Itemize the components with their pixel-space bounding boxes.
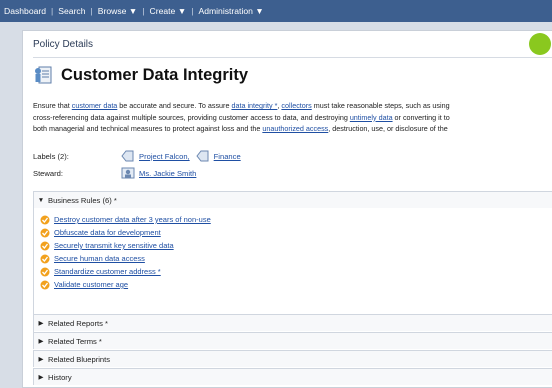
rule-link[interactable]: Destroy customer data after 3 years of n… [54,215,211,224]
status-indicator [529,33,551,55]
desc-text: , destruction, use, or disclosure of the [328,124,448,133]
label-tag-icon [121,150,134,162]
related-blueprints-title: Related Blueprints [48,354,111,364]
nav-dashboard[interactable]: Dashboard [0,6,50,16]
collapsed-arrow-icon: ▶ [38,338,44,345]
related-terms-title: Related Terms * [48,336,102,346]
related-blueprints-header[interactable]: ▶ Related Blueprints [34,351,552,367]
rule-link[interactable]: Standardize customer address * [54,267,161,276]
rule-badge-icon [40,280,50,289]
desc-text: be accurate and secure. To assure [117,101,232,110]
related-reports-header[interactable]: ▶ Related Reports * [34,315,552,331]
title-row: Customer Data Integrity [33,65,248,85]
link-unauthorized-access[interactable]: unauthorized access [262,124,328,133]
link-untimely-data[interactable]: untimely data [350,113,393,122]
related-terms-header[interactable]: ▶ Related Terms * [34,333,552,349]
desc-text: Ensure that [33,101,72,110]
rule-badge-icon [40,254,50,263]
list-item: Secure human data access [40,252,552,265]
nav-administration[interactable]: Administration ▼ [194,6,267,16]
nav-search[interactable]: Search [54,6,89,16]
related-blueprints-panel: ▶ Related Blueprints [33,350,552,367]
history-panel: ▶ History [33,368,552,385]
section-divider [33,57,552,58]
rule-link[interactable]: Validate customer age [54,280,128,289]
description-line-3: both managerial and technical measures t… [33,123,552,135]
list-item: Standardize customer address * [40,265,552,278]
steward-row: Steward: Ms. Jackie Smith [33,167,196,179]
label-finance[interactable]: Finance [214,152,241,161]
link-data-integrity[interactable]: data integrity * [231,101,277,110]
expanded-arrow-icon: ▼ [37,196,45,204]
description-line-1: Ensure that customer data be accurate an… [33,100,552,112]
policy-document-icon [35,66,52,84]
nav-browse[interactable]: Browse ▼ [94,6,142,16]
labels-row: Labels (2): Project Falcon, Finance [33,150,241,162]
desc-text: or converting it to [392,112,450,122]
desc-text: cross-referencing data against multiple … [33,112,350,122]
description-line-2: cross-referencing data against multiple … [33,112,552,124]
desc-text: both managerial and technical measures t… [33,124,263,133]
policy-description: Ensure that customer data be accurate an… [33,100,552,135]
business-rules-title: Business Rules (6) * [48,195,117,205]
list-item: Destroy customer data after 3 years of n… [40,213,552,226]
list-item: Validate customer age [40,278,552,291]
business-rules-header[interactable]: ▼ Business Rules (6) * [34,192,552,208]
link-collectors[interactable]: collectors [281,101,311,110]
steward-label: Steward: [33,168,63,178]
history-title: History [48,372,72,382]
related-reports-title: Related Reports * [48,318,108,328]
rule-badge-icon [40,241,50,250]
steward-name[interactable]: Ms. Jackie Smith [139,169,196,178]
business-rules-list: Destroy customer data after 3 years of n… [34,208,552,291]
collapsed-arrow-icon: ▶ [38,320,44,327]
history-header[interactable]: ▶ History [34,369,552,385]
label-project-falcon[interactable]: Project Falcon, [139,152,190,161]
rule-badge-icon [40,228,50,237]
desc-text: must take reasonable steps, such as usin… [311,101,450,110]
rule-link[interactable]: Securely transmit key sensitive data [54,241,174,250]
related-reports-panel: ▶ Related Reports * [33,314,552,331]
page-title: Customer Data Integrity [61,65,249,84]
rule-badge-icon [40,215,50,224]
policy-details-panel: Policy Details Customer Data Integrity E… [22,30,552,388]
link-customer-data[interactable]: customer data [72,101,118,110]
rule-link[interactable]: Secure human data access [54,254,145,263]
rule-link[interactable]: Obfuscate data for development [54,228,161,237]
top-navigation-bar: Dashboard | Search | Browse ▼ | Create ▼… [0,0,552,22]
list-item: Securely transmit key sensitive data [40,239,552,252]
related-terms-panel: ▶ Related Terms * [33,332,552,349]
user-icon [121,167,135,179]
collapsed-arrow-icon: ▶ [38,374,44,381]
nav-create[interactable]: Create ▼ [146,6,191,16]
section-header: Policy Details [33,39,94,50]
labels-label: Labels (2): [33,151,69,161]
rule-badge-icon [40,267,50,276]
label-tag-icon [196,150,209,162]
list-item: Obfuscate data for development [40,226,552,239]
collapsed-arrow-icon: ▶ [38,356,44,363]
